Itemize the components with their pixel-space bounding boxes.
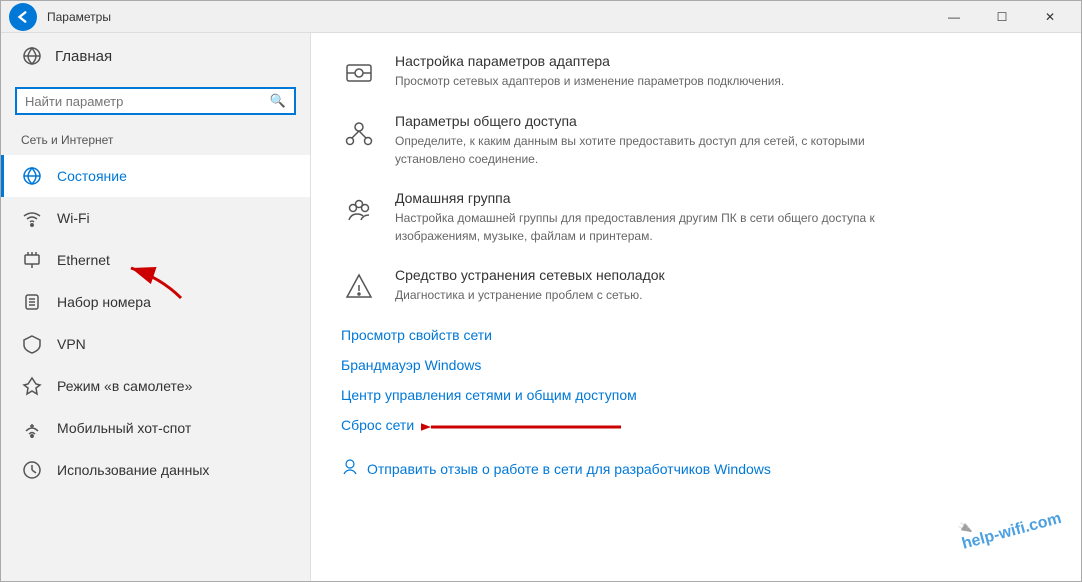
warning-icon (341, 269, 377, 305)
homegroup-title: Домашняя группа (395, 190, 895, 206)
minimize-button[interactable]: — (931, 1, 977, 33)
maximize-button[interactable]: ☐ (979, 1, 1025, 33)
setting-homegroup: Домашняя группа Настройка домашней групп… (341, 190, 1051, 245)
status-icon (21, 165, 43, 187)
link-view-properties[interactable]: Просмотр свойств сети (341, 327, 1051, 343)
usage-icon (21, 459, 43, 481)
dialup-label: Набор номера (57, 294, 151, 310)
search-input[interactable] (25, 94, 264, 109)
adapter-desc: Просмотр сетевых адаптеров и изменение п… (395, 72, 784, 90)
setting-adapter: Настройка параметров адаптера Просмотр с… (341, 53, 1051, 91)
vpn-label: VPN (57, 336, 86, 352)
link-firewall[interactable]: Брандмауэр Windows (341, 357, 1051, 373)
sidebar: Главная 🔍 Сеть и Интернет Состояние (1, 33, 311, 581)
setting-troubleshoot: Средство устранения сетевых неполадок Ди… (341, 267, 1051, 305)
section-label: Сеть и Интернет (1, 127, 310, 155)
sidebar-item-dialup[interactable]: Набор номера (1, 281, 310, 323)
adapter-title: Настройка параметров адаптера (395, 53, 784, 69)
window-controls: — ☐ ✕ (931, 1, 1073, 33)
setting-sharing: Параметры общего доступа Определите, к к… (341, 113, 1051, 168)
troubleshoot-title: Средство устранения сетевых неполадок (395, 267, 665, 283)
home-icon (21, 45, 43, 67)
homegroup-desc: Настройка домашней группы для предоставл… (395, 209, 895, 245)
sharing-desc: Определите, к каким данным вы хотите пре… (395, 132, 895, 168)
reset-row: Сброс сети (341, 417, 414, 447)
wifi-icon (21, 207, 43, 229)
usage-label: Использование данных (57, 462, 209, 478)
watermark: 🔌 help-wifi.com (956, 497, 1063, 553)
title-bar: Параметры — ☐ ✕ (1, 1, 1081, 33)
sidebar-item-ethernet[interactable]: Ethernet (1, 239, 310, 281)
ethernet-label: Ethernet (57, 252, 110, 268)
adapter-icon (341, 55, 377, 91)
search-icon: 🔍 (270, 93, 286, 109)
vpn-icon (21, 333, 43, 355)
adapter-text: Настройка параметров адаптера Просмотр с… (395, 53, 784, 90)
wifi-label: Wi-Fi (57, 210, 90, 226)
back-button[interactable] (9, 3, 37, 31)
feedback-icon (341, 457, 359, 480)
close-button[interactable]: ✕ (1027, 1, 1073, 33)
sidebar-item-vpn[interactable]: VPN (1, 323, 310, 365)
home-label: Главная (55, 48, 112, 65)
airplane-icon (21, 375, 43, 397)
status-label: Состояние (57, 168, 127, 184)
sidebar-home[interactable]: Главная (1, 33, 310, 79)
sidebar-item-airplane[interactable]: Режим «в самолете» (1, 365, 310, 407)
search-box[interactable]: 🔍 (15, 87, 296, 115)
homegroup-icon (341, 192, 377, 228)
footer-row: Отправить отзыв о работе в сети для разр… (341, 457, 1051, 480)
sidebar-item-usage[interactable]: Использование данных (1, 449, 310, 491)
sharing-text: Параметры общего доступа Определите, к к… (395, 113, 895, 168)
hotspot-icon (21, 417, 43, 439)
airplane-label: Режим «в самолете» (57, 378, 192, 394)
window-title: Параметры (47, 10, 931, 24)
sharing-icon (341, 115, 377, 151)
dialup-icon (21, 291, 43, 313)
sidebar-item-hotspot[interactable]: Мобильный хот-спот (1, 407, 310, 449)
sharing-title: Параметры общего доступа (395, 113, 895, 129)
troubleshoot-text: Средство устранения сетевых неполадок Ди… (395, 267, 665, 304)
sidebar-item-wifi[interactable]: Wi-Fi (1, 197, 310, 239)
sidebar-item-status[interactable]: Состояние (1, 155, 310, 197)
link-feedback[interactable]: Отправить отзыв о работе в сети для разр… (367, 461, 771, 477)
link-network-center[interactable]: Центр управления сетями и общим доступом (341, 387, 1051, 403)
ethernet-icon (21, 249, 43, 271)
hotspot-label: Мобильный хот-спот (57, 420, 191, 436)
main-content: Настройка параметров адаптера Просмотр с… (311, 33, 1081, 581)
window: Параметры — ☐ ✕ Главная (0, 0, 1082, 582)
content-area: Главная 🔍 Сеть и Интернет Состояние (1, 33, 1081, 581)
link-reset-network[interactable]: Сброс сети (341, 417, 414, 433)
troubleshoot-desc: Диагностика и устранение проблем с сетью… (395, 286, 665, 304)
homegroup-text: Домашняя группа Настройка домашней групп… (395, 190, 895, 245)
